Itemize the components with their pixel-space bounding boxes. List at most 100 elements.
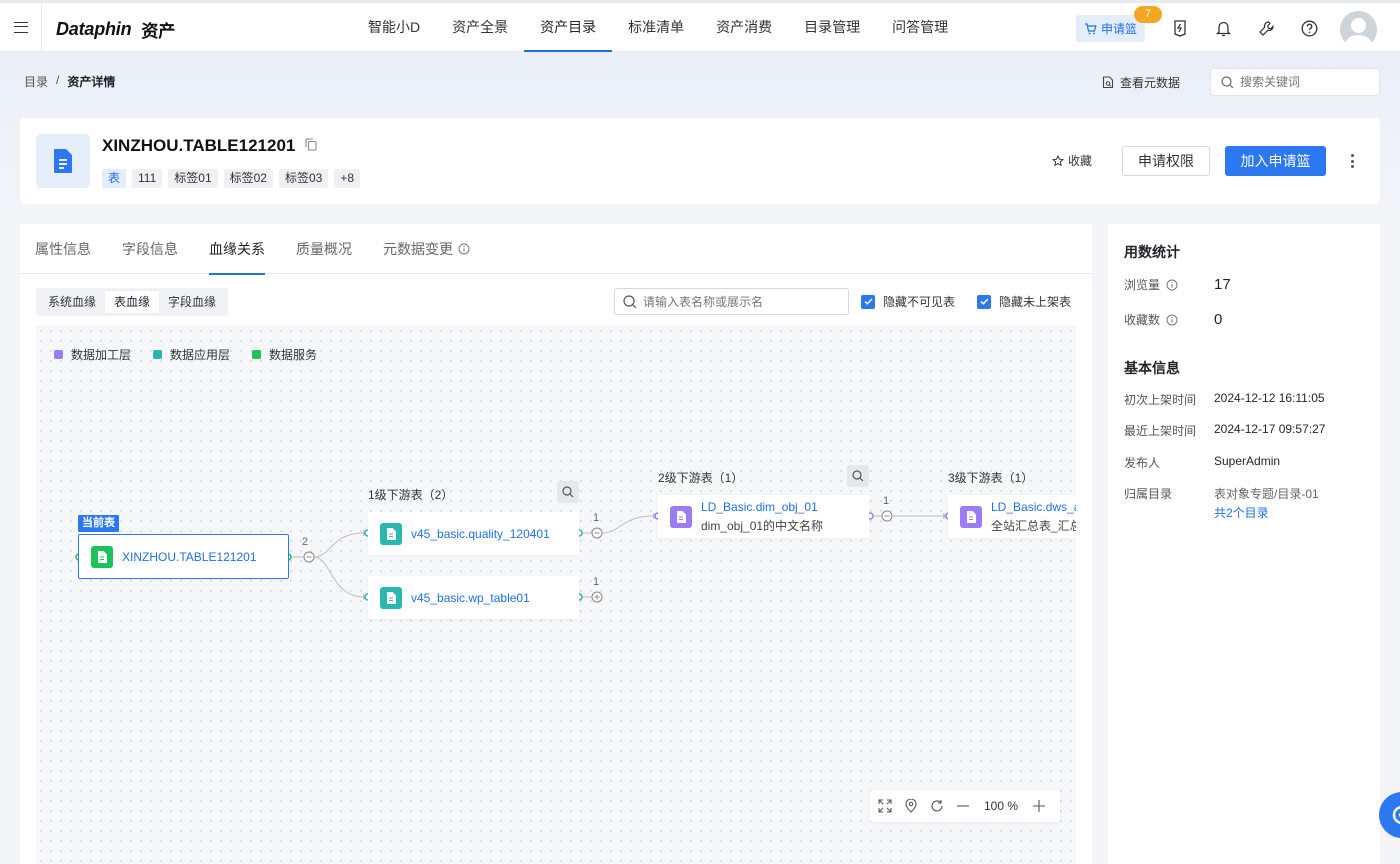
zoom-out-icon[interactable] (954, 797, 972, 815)
global-search-input[interactable] (1240, 75, 1370, 89)
tag-item: 标签02 (223, 169, 273, 188)
table-file-icon (380, 586, 402, 609)
global-search[interactable] (1210, 68, 1380, 96)
level1-title: 1级下游表（2） (368, 488, 454, 502)
edge-count: 1 (593, 576, 600, 588)
zoom-in-icon[interactable] (1030, 797, 1048, 815)
search-icon (623, 294, 637, 308)
info-icon (1166, 314, 1178, 325)
graph-search-input[interactable] (643, 294, 833, 309)
tab-metadata-changes[interactable]: 元数据变更 (383, 224, 470, 274)
zoom-value: 100 (984, 799, 1005, 813)
add-to-cart-button[interactable]: 加入申请篮 (1225, 146, 1326, 176)
tab-metadata-changes-label: 元数据变更 (383, 241, 453, 257)
tag-more[interactable]: +8 (334, 169, 361, 188)
hide-unlisted-label: 隐藏未上架表 (999, 295, 1072, 309)
lineage-node[interactable]: v45_basic.quality_120401 (368, 512, 579, 555)
wrench-icon[interactable] (1257, 19, 1275, 37)
catalog-count-link[interactable]: 共2个目录 (1214, 504, 1269, 521)
lineage-node[interactable]: LD_Basic.dim_obj_01 dim_obj_01的中文名称 (658, 495, 869, 538)
hide-unlisted-checkbox[interactable]: 隐藏未上架表 (977, 293, 1071, 310)
favorite-button[interactable]: 收藏 (1052, 152, 1092, 169)
fullscreen-icon[interactable] (876, 797, 894, 815)
tag-item: 标签01 (168, 169, 218, 188)
info-icon (458, 243, 470, 255)
mode-field[interactable]: 字段血缘 (159, 291, 225, 313)
current-table-node[interactable]: XINZHOU.TABLE121201 (78, 534, 289, 579)
mode-system[interactable]: 系统血缘 (39, 291, 105, 313)
asset-header-card: XINZHOU.TABLE121201 表 111 标签01 标签02 标签03… (20, 118, 1380, 204)
brand-name: Dataphin (56, 19, 132, 39)
node-subtitle: dim_obj_01的中文名称 (701, 518, 824, 533)
asset-title: XINZHOU.TABLE121201 (102, 136, 296, 155)
breadcrumb-root[interactable]: 目录 (24, 73, 48, 90)
publisher-value: SuperAdmin (1214, 454, 1281, 468)
help-icon[interactable] (1300, 19, 1318, 37)
detail-tabs: 属性信息 字段信息 血缘关系 质量概况 元数据变更 (20, 224, 1092, 275)
nav-item-qa-manage[interactable]: 问答管理 (876, 3, 964, 52)
tab-attributes[interactable]: 属性信息 (35, 224, 91, 274)
catalog-label: 归属目录 (1124, 487, 1173, 501)
level3-title: 3级下游表（1） (948, 471, 1034, 485)
cart-icon (1085, 22, 1097, 34)
node-name: LD_Basic.dws_a (991, 499, 1076, 514)
tag-item: 111 (132, 169, 163, 188)
basic-info-title: 基本信息 (1124, 360, 1180, 376)
lineage-node[interactable]: v45_basic.wp_table01 (368, 576, 579, 619)
bell-icon[interactable] (1214, 19, 1232, 37)
more-options-icon[interactable] (1344, 152, 1360, 170)
user-avatar[interactable] (1340, 11, 1377, 48)
level2-search-icon[interactable] (847, 465, 869, 487)
mode-table[interactable]: 表血缘 (105, 291, 160, 313)
assistant-float-button[interactable] (1379, 792, 1400, 838)
chat-bot-icon (1392, 805, 1400, 825)
checkbox-checked-icon (977, 294, 991, 309)
node-name: LD_Basic.dim_obj_01 (701, 499, 818, 514)
graph-search[interactable] (614, 288, 849, 315)
nav-item-catalog-manage[interactable]: 目录管理 (788, 3, 876, 52)
level1-search-icon[interactable] (557, 481, 579, 503)
current-table-label: 当前表 (78, 515, 119, 532)
favorites-stat: 收藏数 0 (1124, 311, 1222, 328)
lineage-card: 属性信息 字段信息 血缘关系 质量概况 元数据变更 系统血缘 表血缘 字段血缘 … (20, 224, 1092, 864)
nav-item-consumption[interactable]: 资产消费 (700, 3, 788, 52)
nav-item-assistant[interactable]: 智能小D (352, 3, 436, 52)
last-listed-label: 最近上架时间 (1124, 424, 1197, 438)
view-metadata-link[interactable]: 查看元数据 (1102, 74, 1180, 91)
brand-sub: 资产 (141, 22, 176, 41)
refresh-icon[interactable] (928, 797, 946, 815)
copy-icon[interactable] (305, 138, 317, 154)
publisher-row: 发布人 SuperAdmin (1124, 454, 1280, 471)
node-name: XINZHOU.TABLE121201 (122, 549, 257, 564)
breadcrumb-current: 资产详情 (67, 75, 116, 89)
node-name: v45_basic.quality_120401 (411, 526, 550, 541)
views-stat: 浏览量 17 (1124, 276, 1231, 293)
brand-logo[interactable]: Dataphin 资产 (56, 17, 175, 42)
breadcrumb-separator: / (56, 73, 60, 87)
nav-item-catalog[interactable]: 资产目录 (524, 3, 613, 52)
lineage-canvas[interactable]: 数据加工层 数据应用层 数据服务 2 1 1 1 当前表 XINZHOU.TAB… (36, 326, 1076, 864)
hide-invisible-label: 隐藏不可见表 (883, 295, 956, 309)
tab-fields[interactable]: 字段信息 (122, 224, 178, 274)
hide-invisible-checkbox[interactable]: 隐藏不可见表 (861, 293, 955, 310)
zoom-level: 100 % (984, 799, 1018, 813)
lineage-node[interactable]: LD_Basic.dws_a 全站汇总表_汇总 (948, 495, 1076, 538)
bolt-icon[interactable] (1171, 19, 1189, 37)
top-bar: Dataphin 资产 智能小D 资产全景 资产目录 标准清单 资产消费 目录管… (0, 0, 1400, 52)
info-icon (1166, 279, 1178, 290)
nav-item-overview[interactable]: 资产全景 (436, 3, 524, 52)
tag-item: 标签03 (278, 169, 329, 188)
edge-count: 2 (302, 536, 309, 548)
side-info-card: 用数统计 浏览量 17 收藏数 0 基本信息 初次上架时间 2024-12-12… (1108, 224, 1380, 864)
request-permission-button[interactable]: 申请权限 (1122, 146, 1210, 176)
locate-icon[interactable] (902, 797, 920, 815)
zoom-unit: % (1007, 799, 1019, 813)
views-label: 浏览量 (1124, 278, 1161, 292)
nav-item-standards[interactable]: 标准清单 (612, 3, 700, 52)
tab-quality[interactable]: 质量概况 (296, 224, 352, 274)
cart-label: 申请篮 (1101, 22, 1138, 36)
menu-button[interactable] (0, 2, 42, 52)
tab-lineage[interactable]: 血缘关系 (209, 224, 265, 275)
publisher-label: 发布人 (1124, 456, 1161, 470)
menu-icon (13, 21, 28, 33)
